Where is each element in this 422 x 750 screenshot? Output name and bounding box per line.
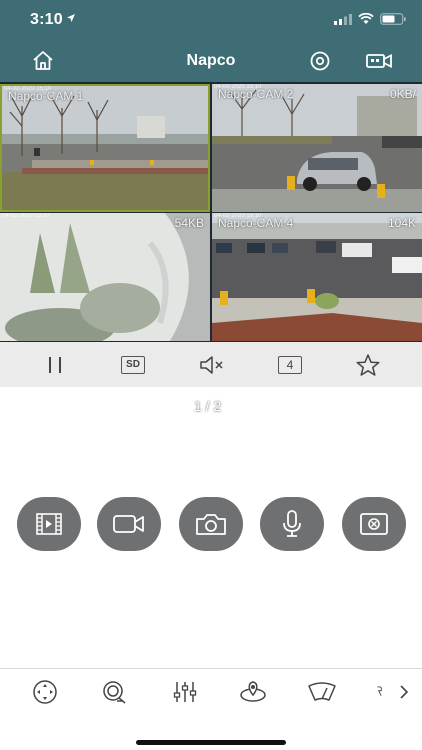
camera-1-image: [2, 86, 208, 210]
status-indicators: [334, 13, 406, 25]
snapshot-button[interactable]: [179, 497, 243, 551]
camera-label: Napco-CAM 1: [8, 89, 84, 103]
sd-icon: SD: [121, 356, 145, 374]
camera-3-image: [0, 213, 210, 341]
favorite-button[interactable]: [355, 354, 381, 376]
camera-bitrate: 104K: [387, 216, 416, 230]
camera-view-4[interactable]: 04-02-2020 15:10 Napco-CAM 4 104K: [212, 213, 422, 341]
sd-button[interactable]: SD: [118, 354, 148, 376]
action-buttons: [0, 497, 422, 551]
snapshot-icon: [196, 514, 226, 535]
status-bar: 3:10: [0, 0, 422, 40]
split-view-icon: 4: [278, 356, 302, 374]
split-view-button[interactable]: 4: [277, 354, 303, 376]
settings-icon[interactable]: [308, 49, 332, 73]
signal-icon: [334, 13, 352, 25]
status-time: 3:10: [30, 11, 63, 28]
zoom-icon: [103, 681, 126, 704]
camera-view-1[interactable]: 04-02-2020 15:10 Napco-CAM 1: [0, 84, 210, 212]
camera-grid: 04-02-2020 15:10 Napco-CAM 1 04-02-2020 …: [0, 82, 422, 414]
microphone-button[interactable]: [260, 497, 324, 551]
zoom-button[interactable]: [100, 679, 130, 705]
camera-view-2[interactable]: 04-02-2020 15:10 Napco-CAM 2 0KB/: [212, 84, 422, 212]
preset-button[interactable]: [238, 679, 268, 705]
nav-bar: Napco: [0, 40, 422, 82]
ptz-icon: [360, 513, 388, 535]
mute-icon: [200, 356, 223, 374]
page-indicator: 1 / 2: [194, 398, 222, 414]
favorite-icon: [356, 354, 380, 376]
playback-icon: [36, 513, 62, 535]
more-button[interactable]: [394, 681, 414, 703]
camera-2-image: [212, 84, 422, 212]
more-icon: [400, 685, 409, 699]
camera-view-3[interactable]: 04-02-2020 15:10 54KB: [0, 213, 210, 341]
battery-icon: [380, 13, 406, 25]
pause-button[interactable]: [44, 354, 66, 376]
adjust-button[interactable]: [170, 679, 200, 705]
adjust-icon: [173, 682, 197, 702]
wifi-icon: [358, 13, 374, 24]
video-record-button[interactable]: [97, 497, 161, 551]
camera-timestamp: 04-02-2020 15:10: [2, 213, 50, 219]
bottom-toolbar: [0, 668, 422, 750]
wiper-icon: [308, 682, 336, 701]
playback-button[interactable]: [17, 497, 81, 551]
camera-label: Napco-CAM 4: [218, 216, 294, 230]
extra-tool-button[interactable]: [375, 679, 391, 705]
video-record-icon: [113, 515, 144, 533]
wiper-button[interactable]: [307, 679, 337, 705]
record-icon[interactable]: [365, 49, 393, 73]
camera-4-image: [212, 213, 422, 341]
ptz-button[interactable]: [342, 497, 406, 551]
location-arrow-icon: [67, 14, 75, 22]
home-indicator: [136, 740, 286, 745]
app-header: 3:10 Napco: [0, 0, 422, 82]
microphone-icon: [283, 510, 301, 537]
camera-bitrate: 0KB/: [389, 87, 416, 101]
preset-icon: [240, 681, 266, 702]
camera-label: Napco-CAM 2: [218, 87, 294, 101]
ptz-direction-icon: [33, 680, 57, 704]
extra-tool-icon: [377, 686, 382, 696]
mute-button[interactable]: [198, 354, 226, 376]
pause-icon: [49, 357, 61, 373]
camera-bitrate: 54KB: [174, 216, 204, 230]
playback-toolbar: SD 4: [0, 342, 422, 387]
page-title: Napco: [186, 52, 236, 69]
ptz-direction-button[interactable]: [30, 679, 60, 705]
